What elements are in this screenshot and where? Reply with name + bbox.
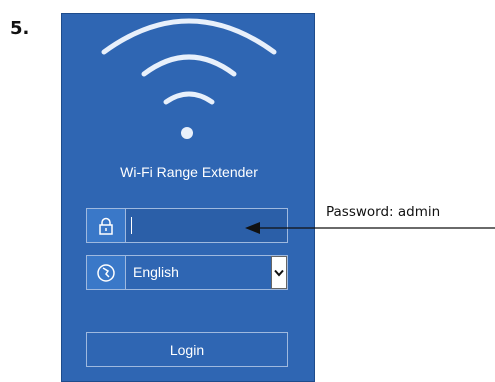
annotation-arrow [245,222,495,234]
annotation-label: Password: admin [326,204,441,220]
